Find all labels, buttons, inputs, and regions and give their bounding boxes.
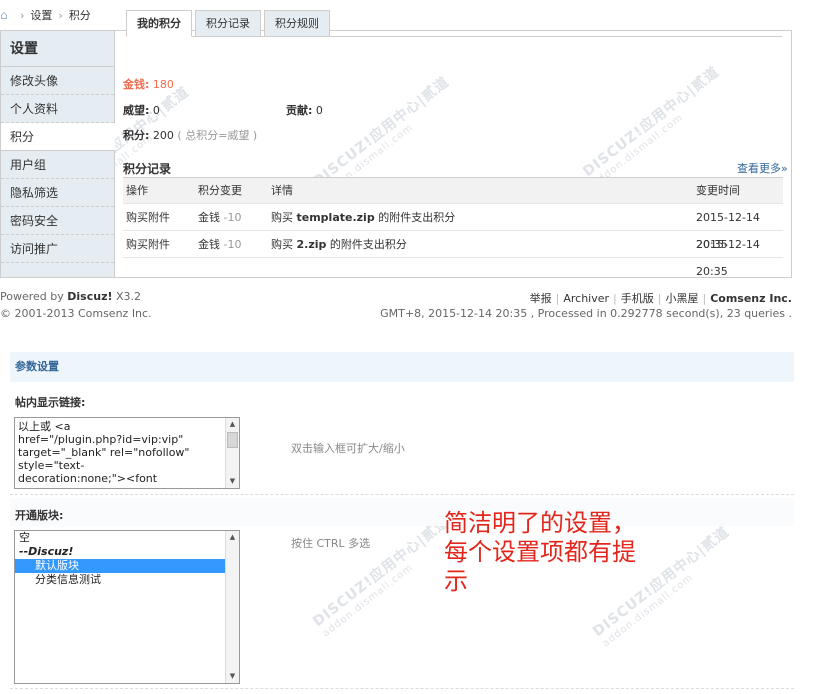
footer-links: 举报 | Archiver | 手机版 | 小黑屋 | Comsenz Inc.	[529, 292, 792, 305]
table-row: 购买附件 金钱 -10 购买 2.zip 的附件支出积分 2015-12-14 …	[123, 231, 783, 278]
settings-sidebar: 设置 修改头像 个人资料 积分 用户组 隐私筛选 密码安全 访问推广	[1, 31, 115, 277]
records-title: 积分记录	[123, 162, 172, 176]
tab-credit-rules[interactable]: 积分规则	[264, 10, 330, 37]
link-code-value[interactable]: 以上或 <a href="/plugin.php?id=vip:vip" tar…	[15, 418, 239, 485]
row-amount: -10	[223, 238, 242, 251]
link-code-textarea[interactable]: 以上或 <a href="/plugin.php?id=vip:vip" tar…	[14, 417, 240, 489]
server-info: GMT+8, 2015-12-14 20:35 , Processed in 0…	[380, 307, 792, 320]
sidebar-item-promotion[interactable]: 访问推广	[1, 235, 114, 263]
money-credit: 金钱: 180	[123, 76, 174, 92]
row-detail-pre: 购买	[271, 211, 293, 224]
breadcrumb-separator: ›	[58, 8, 63, 22]
textarea-scrollbar[interactable]: ▲ ▼	[225, 418, 239, 488]
forum-setting-hint: 按住 CTRL 多选	[291, 537, 371, 550]
settings-divider	[10, 494, 794, 495]
home-icon[interactable]: ⌂	[0, 9, 14, 21]
settings-divider	[10, 688, 794, 689]
sidebar-item-usergroup[interactable]: 用户组	[1, 151, 114, 179]
breadcrumb-current[interactable]: 积分	[69, 7, 91, 23]
prestige-value: 0	[152, 104, 160, 117]
total-label: 积分:	[123, 129, 150, 142]
column-header-action: 操作	[126, 184, 148, 197]
link-setting-hint: 双击输入框可扩大/缩小	[291, 442, 405, 455]
forum-option-default[interactable]: 默认版块	[15, 559, 225, 573]
sidebar-item-privacy[interactable]: 隐私筛选	[1, 179, 114, 207]
row-time: 2015-12-14 20:35	[696, 238, 760, 278]
settings-section-title: 参数设置	[10, 352, 794, 382]
table-header: 操作 积分变更 详情 变更时间	[123, 178, 783, 204]
row-amount: -10	[223, 211, 242, 224]
discuz-link[interactable]: Discuz!	[67, 290, 112, 303]
row-file-link[interactable]: template.zip	[297, 211, 375, 224]
footer-link-mobile[interactable]: 手机版	[621, 292, 654, 305]
view-more-link[interactable]: 查看更多»	[737, 160, 788, 176]
row-currency: 金钱	[198, 211, 220, 224]
row-action: 购买附件	[126, 238, 170, 251]
version-text: X3.2	[116, 290, 142, 303]
feature-annotation: 简洁明了的设置，每个设置项都有提示	[444, 509, 636, 595]
scroll-down-icon[interactable]: ▼	[226, 670, 239, 683]
money-value: 180	[152, 78, 174, 91]
row-highlight	[10, 498, 794, 526]
credit-tabs: 我的积分 积分记录 积分规则	[126, 10, 330, 37]
forum-option-classified-test[interactable]: 分类信息测试	[15, 573, 239, 587]
prestige-credit: 威望: 0	[123, 102, 160, 118]
powered-by: Powered by Discuz! X3.2	[0, 290, 141, 303]
link-setting-label: 帖内显示链接:	[15, 396, 86, 409]
row-change: 金钱 -10	[198, 231, 241, 258]
scroll-up-icon[interactable]: ▲	[226, 531, 239, 544]
row-detail: 购买 2.zip 的附件支出积分	[271, 231, 407, 258]
money-label: 金钱:	[123, 78, 150, 91]
footer-link-comsenz[interactable]: Comsenz Inc.	[710, 292, 792, 305]
contribution-value: 0	[315, 104, 323, 117]
table-row: 购买附件 金钱 -10 购买 template.zip 的附件支出积分 2015…	[123, 204, 783, 251]
total-value: 200	[152, 129, 174, 142]
column-header-detail: 详情	[271, 184, 293, 197]
row-detail-post: 的附件支出积分	[329, 238, 407, 251]
sidebar-item-password[interactable]: 密码安全	[1, 207, 114, 235]
breadcrumb-settings-link[interactable]: 设置	[30, 7, 52, 23]
breadcrumb-separator: ›	[20, 8, 25, 22]
footer-link-archiver[interactable]: Archiver	[563, 292, 609, 305]
powered-by-text: Powered by	[0, 290, 64, 303]
forum-option-empty[interactable]: 空	[15, 531, 239, 545]
sidebar-title: 设置	[1, 31, 114, 67]
scroll-down-icon[interactable]: ▼	[226, 475, 239, 488]
records-table: 操作 积分变更 详情 变更时间 购买附件 金钱 -10 购买 template.…	[123, 178, 783, 278]
footer-link-blacklist[interactable]: 小黑屋	[665, 292, 698, 305]
total-formula-note: ( 总积分=威望 )	[177, 129, 258, 142]
total-credit: 积分: 200 ( 总积分=威望 )	[123, 127, 257, 143]
forum-multiselect[interactable]: 空 --Discuz! 默认版块 分类信息测试 ▲ ▼	[14, 530, 240, 684]
footer-link-report[interactable]: 举报	[530, 292, 552, 305]
row-detail: 购买 template.zip 的附件支出积分	[271, 204, 455, 231]
select-scrollbar[interactable]: ▲ ▼	[225, 531, 239, 683]
contribution-credit: 贡献: 0	[286, 102, 323, 118]
sidebar-item-credits[interactable]: 积分	[1, 123, 115, 151]
scroll-up-icon[interactable]: ▲	[226, 418, 239, 431]
row-change: 金钱 -10	[198, 204, 241, 231]
forum-option-group: --Discuz!	[19, 545, 74, 558]
sidebar-item-avatar[interactable]: 修改头像	[1, 67, 114, 95]
row-detail-post: 的附件支出积分	[378, 211, 456, 224]
sidebar-item-profile[interactable]: 个人资料	[1, 95, 114, 123]
tab-credit-log[interactable]: 积分记录	[195, 10, 261, 37]
scroll-thumb[interactable]	[227, 432, 238, 448]
breadcrumb: ⌂ › 设置 › 积分	[0, 6, 91, 24]
contribution-label: 贡献:	[286, 104, 313, 117]
row-file-link[interactable]: 2.zip	[297, 238, 327, 251]
row-action: 购买附件	[126, 211, 170, 224]
prestige-label: 威望:	[123, 104, 150, 117]
row-detail-pre: 购买	[271, 238, 293, 251]
column-header-time: 变更时间	[696, 184, 740, 197]
row-currency: 金钱	[198, 238, 220, 251]
copyright: © 2001-2013 Comsenz Inc.	[0, 307, 152, 320]
watermark: DISCUZ!应用中心|贰道addon.dismall.com	[310, 513, 453, 640]
tab-my-credits[interactable]: 我的积分	[126, 10, 192, 37]
column-header-change: 积分变更	[198, 184, 242, 197]
forum-setting-label: 开通版块:	[15, 509, 64, 522]
